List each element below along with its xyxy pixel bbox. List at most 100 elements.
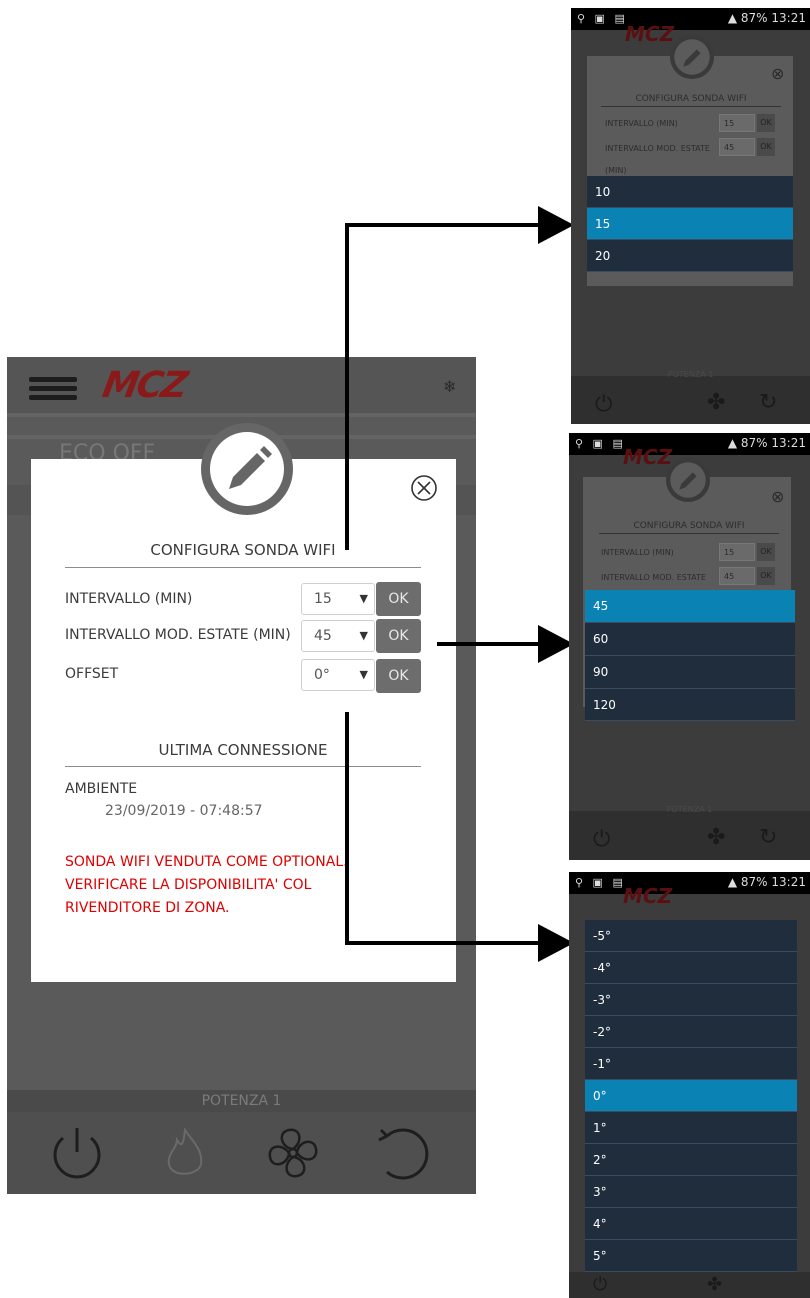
status-bar: ⚲ ▣ ▤ ▲ 87% 13:21 [569,872,810,894]
interval-label: INTERVALLO (MIN) [65,591,193,607]
battery-level: 87% [740,875,768,889]
dropdown-option[interactable]: 3° [585,1176,797,1208]
flame-icon[interactable] [163,1126,207,1182]
dropdown-option[interactable]: 60 [585,623,795,656]
bottom-control-bar [7,1112,476,1194]
fan-icon[interactable]: ✤ [707,1274,722,1295]
dropdown-option[interactable]: 120 [585,689,795,721]
power-level-label: POTENZA 1 [666,805,713,814]
edit-pencil-icon [665,457,711,503]
offset-dropdown: -5° -4° -3° -2° -1° 0° 1° 2° 3° 4° 5° [585,920,797,1272]
interval-select[interactable]: 15 [719,114,755,132]
reset-icon[interactable]: ↻ [759,390,777,415]
edit-pencil-icon [669,34,715,80]
offset-value: 0° [314,667,330,683]
offset-ok-button[interactable]: OK [376,659,421,693]
dropdown-arrow-icon: ▼ [359,592,368,605]
subtitle-underline [65,766,421,767]
dropdown-option[interactable]: -5° [585,920,797,952]
signal-icon: ▲ [727,875,741,889]
mini-dialog-title: CONFIGURA SONDA WIFI [633,521,745,531]
fan-icon[interactable]: ✤ [707,390,725,415]
phone-screenshot-offset: ⚲ ▣ ▤ ▲ 87% 13:21 MCZ -5° -4° -3° -2° -1… [569,872,810,1298]
summer-interval-value: 45 [314,628,332,644]
dropdown-option[interactable]: 20 [587,240,793,272]
phone-screenshot-interval: ⚲ ▣ ▤ ▲ 87% 13:21 MCZ ⊗ CONFIGURA SONDA … [571,8,810,424]
signal-icon: ▲ [727,11,741,25]
dropdown-option[interactable]: 4° [585,1208,797,1240]
configure-wifi-probe-dialog: CONFIGURA SONDA WIFI INTERVALLO (MIN) 15… [31,423,456,982]
interval-select[interactable]: 15 ▼ [301,583,375,615]
dropdown-option[interactable]: 90 [585,656,795,689]
divider [601,106,781,107]
reset-icon[interactable]: ↻ [759,825,777,850]
power-icon[interactable]: ⏻ [595,392,612,417]
battery-level: 87% [740,11,768,25]
optional-warning-text: SONDA WIFI VENDUTA COME OPTIONAL. VERIFI… [65,854,348,916]
dropdown-option[interactable]: -1° [585,1048,797,1080]
summer-interval-dropdown: 45 60 90 120 [585,590,795,721]
last-connection-timestamp: 23/09/2019 - 07:48:57 [105,803,263,819]
divider [599,533,779,534]
close-icon[interactable]: ⊗ [771,487,784,506]
ambient-label: AMBIENTE [65,781,138,797]
dropdown-option[interactable]: 5° [585,1240,797,1272]
clock: 13:21 [771,875,806,889]
offset-label: OFFSET [65,666,119,682]
interval-label: INTERVALLO (MIN) [601,548,674,557]
summer-interval-ok-button[interactable]: OK [376,619,421,653]
summer-interval-ok-button[interactable]: OK [757,567,775,585]
hamburger-menu-icon[interactable] [29,377,77,400]
dropdown-arrow-icon: ▼ [359,668,368,681]
fan-icon[interactable]: ✤ [707,825,725,850]
summer-interval-ok-button[interactable]: OK [757,138,775,156]
notification-icons: ⚲ ▣ ▤ [577,12,628,25]
dropdown-option[interactable]: 2° [585,1144,797,1176]
offset-select[interactable]: 0° ▼ [301,659,375,691]
interval-ok-button[interactable]: OK [376,582,421,616]
summer-interval-select[interactable]: 45 ▼ [301,620,375,652]
interval-select[interactable]: 15 [719,543,755,561]
snowflake-icon[interactable]: ❄ [443,377,456,396]
close-icon[interactable] [409,473,439,503]
summer-interval-label: INTERVALLO MOD. ESTATE [605,144,710,153]
dropdown-option[interactable]: -2° [585,1016,797,1048]
interval-ok-button[interactable]: OK [757,114,775,132]
fan-icon[interactable] [263,1124,323,1182]
arrow-line [345,941,541,945]
clock: 13:21 [771,11,806,25]
battery-level: 87% [740,436,768,450]
dropdown-option[interactable]: -4° [585,952,797,984]
dropdown-option-selected[interactable]: 0° [585,1080,797,1112]
interval-label: INTERVALLO (MIN) [605,119,678,128]
summer-interval-select[interactable]: 45 [719,567,755,585]
dropdown-option[interactable]: -3° [585,984,797,1016]
close-icon[interactable]: ⊗ [771,64,784,83]
mcz-logo: MCZ [99,365,189,406]
phone-screenshot-summer-interval: ⚲ ▣ ▤ ▲ 87% 13:21 MCZ ⊗ CONFIGURA SONDA … [569,433,810,860]
summer-interval-select[interactable]: 45 [719,138,755,156]
arrow-head-icon [538,206,574,244]
arrow-line [345,712,349,945]
dropdown-option-selected[interactable]: 15 [587,208,793,240]
power-level-label: POTENZA 1 [201,1093,282,1109]
notification-icons: ⚲ ▣ ▤ [575,437,626,450]
summer-interval-label: INTERVALLO MOD. ESTATE [601,573,706,582]
clock: 13:21 [771,436,806,450]
reset-icon[interactable] [373,1126,431,1182]
signal-icon: ▲ [727,436,741,450]
power-icon[interactable]: ⏻ [593,827,610,852]
arrow-line [345,223,349,550]
dropdown-option[interactable]: 10 [587,176,793,208]
interval-value: 15 [314,591,332,607]
interval-ok-button[interactable]: OK [757,543,775,561]
summer-interval-label-cont: (MIN) [605,166,627,175]
mini-dialog-title: CONFIGURA SONDA WIFI [635,94,747,104]
title-underline [65,567,421,568]
divider [7,413,476,417]
dropdown-option[interactable]: 1° [585,1112,797,1144]
power-icon[interactable] [49,1126,105,1180]
dropdown-option-selected[interactable]: 45 [585,590,795,623]
status-bar: ⚲ ▣ ▤ ▲ 87% 13:21 [569,433,810,455]
power-icon[interactable]: ⏻ [593,1274,607,1295]
